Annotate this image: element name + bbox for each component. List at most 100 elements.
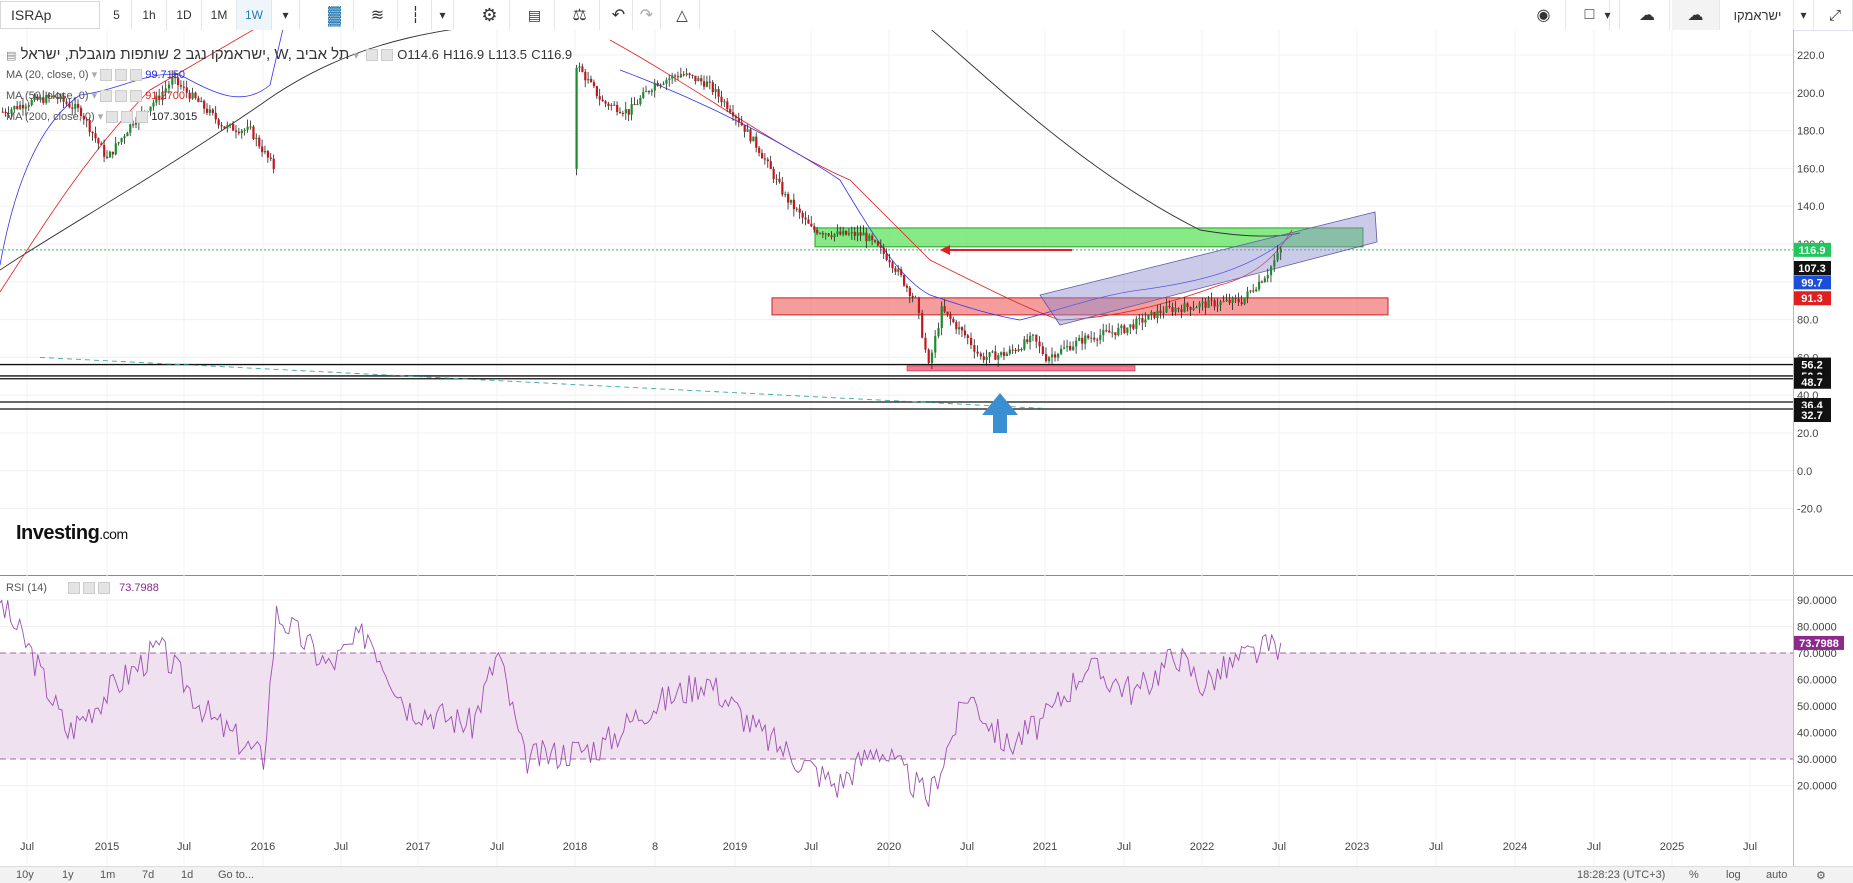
candle	[246, 126, 249, 130]
candle	[656, 83, 659, 87]
candle	[807, 219, 810, 224]
candle	[1017, 349, 1020, 351]
candle	[668, 78, 671, 80]
compare-icon[interactable]: ⚖	[560, 0, 600, 30]
price-tick-label: 140.0	[1797, 201, 1825, 213]
undo-icon[interactable]: ↶	[605, 0, 633, 30]
time-tick-label: 2023	[1345, 841, 1369, 853]
indicator-ma20[interactable]: MA (20, close, 0) ▾ 99.7150	[6, 68, 185, 82]
range-1y[interactable]: 1y	[62, 869, 74, 881]
cloud-download-icon[interactable]: ☁	[1625, 0, 1670, 30]
ma200-label: MA (200, close, 0)	[6, 111, 95, 123]
candle	[1216, 305, 1219, 307]
candles-icon[interactable]: ▓	[316, 0, 354, 30]
gear-icon[interactable]: ⚙	[470, 0, 510, 30]
interval-dropdown-icon[interactable]: ▾	[272, 0, 300, 30]
candle	[211, 109, 214, 113]
candle	[134, 122, 138, 125]
redo-icon[interactable]: ↷	[633, 0, 661, 30]
price-badge-label: 116.9	[1799, 245, 1826, 257]
range-1d[interactable]: 1d	[181, 869, 193, 881]
bars-icon[interactable]: ┆	[400, 0, 432, 30]
candle	[955, 322, 958, 330]
candle	[865, 232, 868, 241]
candle	[94, 133, 97, 139]
candle	[1201, 301, 1204, 304]
chart-canvas[interactable]: 220.0200.0180.0160.0140.0120.0100.080.06…	[0, 30, 1853, 866]
candle	[650, 90, 654, 92]
candle	[1180, 309, 1183, 312]
candle	[1038, 341, 1041, 347]
indicators-icon[interactable]: ▤	[515, 0, 555, 30]
candle	[223, 126, 226, 129]
price-tick-label: 0.0	[1797, 466, 1812, 478]
candle	[639, 97, 642, 104]
price-tick-label: 20.0	[1797, 428, 1818, 440]
legend-dropdown-icon[interactable]: ▾	[353, 50, 359, 62]
interval-1d[interactable]: 1D	[167, 0, 202, 30]
candle	[1102, 330, 1105, 336]
language-select[interactable]: ישראמקו	[1722, 0, 1794, 30]
goto-button[interactable]: Go to...	[218, 869, 254, 881]
candle	[1048, 357, 1051, 362]
candle	[688, 73, 691, 75]
range-10y[interactable]: 10y	[16, 869, 34, 881]
collapse-icon[interactable]: ▤	[6, 50, 16, 62]
time-tick-label: Jul	[1743, 841, 1757, 853]
candle	[917, 297, 921, 313]
candle	[737, 118, 740, 123]
cloud-upload-icon[interactable]: ☁	[1672, 0, 1720, 30]
base-zone	[906, 365, 1136, 372]
chart-type-dropdown-icon[interactable]: ▾	[432, 0, 454, 30]
settings-gear-icon[interactable]: ⚙	[1816, 869, 1826, 882]
range-7d[interactable]: 7d	[142, 869, 154, 881]
candle	[117, 142, 120, 144]
candle	[1126, 327, 1129, 333]
candle	[772, 168, 775, 180]
candle	[1081, 337, 1084, 344]
auto-toggle[interactable]: auto	[1766, 869, 1787, 881]
indicator-ma200[interactable]: MA (200, close, 0) ▾ 107.3015	[6, 110, 197, 124]
settings-icon[interactable]	[366, 49, 379, 62]
interval-1m[interactable]: 1M	[202, 0, 237, 30]
layout-dropdown-icon[interactable]: ▾	[1596, 0, 1620, 30]
candle	[1198, 303, 1201, 308]
range-1m[interactable]: 1m	[100, 869, 115, 881]
line-chart-icon[interactable]: ≋	[358, 0, 398, 30]
interval-1h[interactable]: 1h	[132, 0, 167, 30]
camera-icon[interactable]: ◉	[1522, 0, 1566, 30]
close-icon[interactable]	[381, 49, 394, 62]
candle	[943, 306, 946, 312]
time-tick-label: Jul	[960, 841, 974, 853]
candle	[691, 74, 694, 76]
alert-icon[interactable]: △	[665, 0, 700, 30]
candle	[816, 229, 819, 234]
language-dropdown-icon[interactable]: ▾	[1794, 0, 1814, 30]
candle	[1057, 353, 1060, 358]
indicator-ma50[interactable]: MA (50, close, 0) ▾ 91.2700	[6, 89, 185, 103]
candle	[900, 269, 903, 276]
candle	[1031, 334, 1035, 336]
interval-5[interactable]: 5	[102, 0, 132, 30]
price-badge-label: 48.7	[1801, 377, 1822, 389]
candle	[16, 106, 19, 109]
candle	[129, 124, 132, 133]
candle	[249, 126, 252, 128]
candle	[897, 269, 900, 272]
percent-toggle[interactable]: %	[1689, 869, 1699, 881]
candle	[1023, 339, 1026, 350]
candle	[114, 143, 117, 155]
symbol-input[interactable]: ISRAp	[0, 1, 100, 29]
candle	[985, 356, 988, 360]
interval-1w[interactable]: 1W	[237, 0, 272, 30]
candle	[842, 230, 845, 235]
indicator-rsi[interactable]: RSI (14) 73.7988	[6, 582, 159, 595]
time-tick-label: 2020	[877, 841, 901, 853]
candle	[665, 79, 668, 84]
candle	[1234, 297, 1237, 299]
candle	[1108, 330, 1111, 333]
rsi-tick-label: 50.0000	[1797, 701, 1837, 713]
fullscreen-icon[interactable]: ⤢	[1818, 0, 1853, 30]
candle	[645, 91, 648, 93]
log-toggle[interactable]: log	[1726, 869, 1741, 881]
